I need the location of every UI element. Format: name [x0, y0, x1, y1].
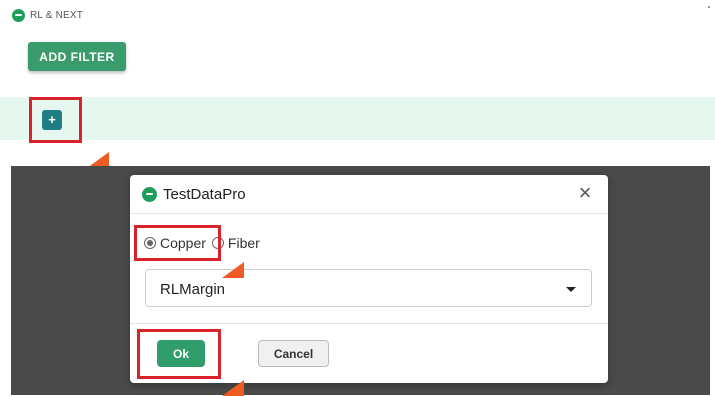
pointer-arrow-icon [222, 380, 244, 396]
dialog-header: TestDataPro × [130, 175, 608, 214]
chevron-down-icon [566, 287, 576, 292]
filter-row [0, 97, 715, 140]
app-header: RL & NEXT [12, 9, 83, 22]
select-value: RLMargin [160, 281, 226, 298]
fiber-radio-label[interactable]: Fiber [228, 235, 260, 251]
cancel-button[interactable]: Cancel [258, 340, 329, 367]
app-logo-icon [12, 9, 25, 22]
pointer-arrow-icon [222, 262, 244, 278]
highlight-box-copper [134, 225, 221, 261]
highlight-box-add-row [29, 97, 82, 143]
app-title: RL & NEXT [30, 10, 84, 21]
highlight-box-ok [137, 329, 221, 379]
dialog-divider [130, 323, 608, 324]
corner-dot [708, 6, 710, 8]
dialog-logo-icon [142, 187, 157, 202]
test-type-select[interactable]: RLMargin [145, 269, 592, 307]
close-icon[interactable]: × [574, 181, 596, 205]
dialog-title: TestDataPro [163, 186, 246, 203]
add-filter-button[interactable]: ADD FILTER [28, 42, 126, 71]
